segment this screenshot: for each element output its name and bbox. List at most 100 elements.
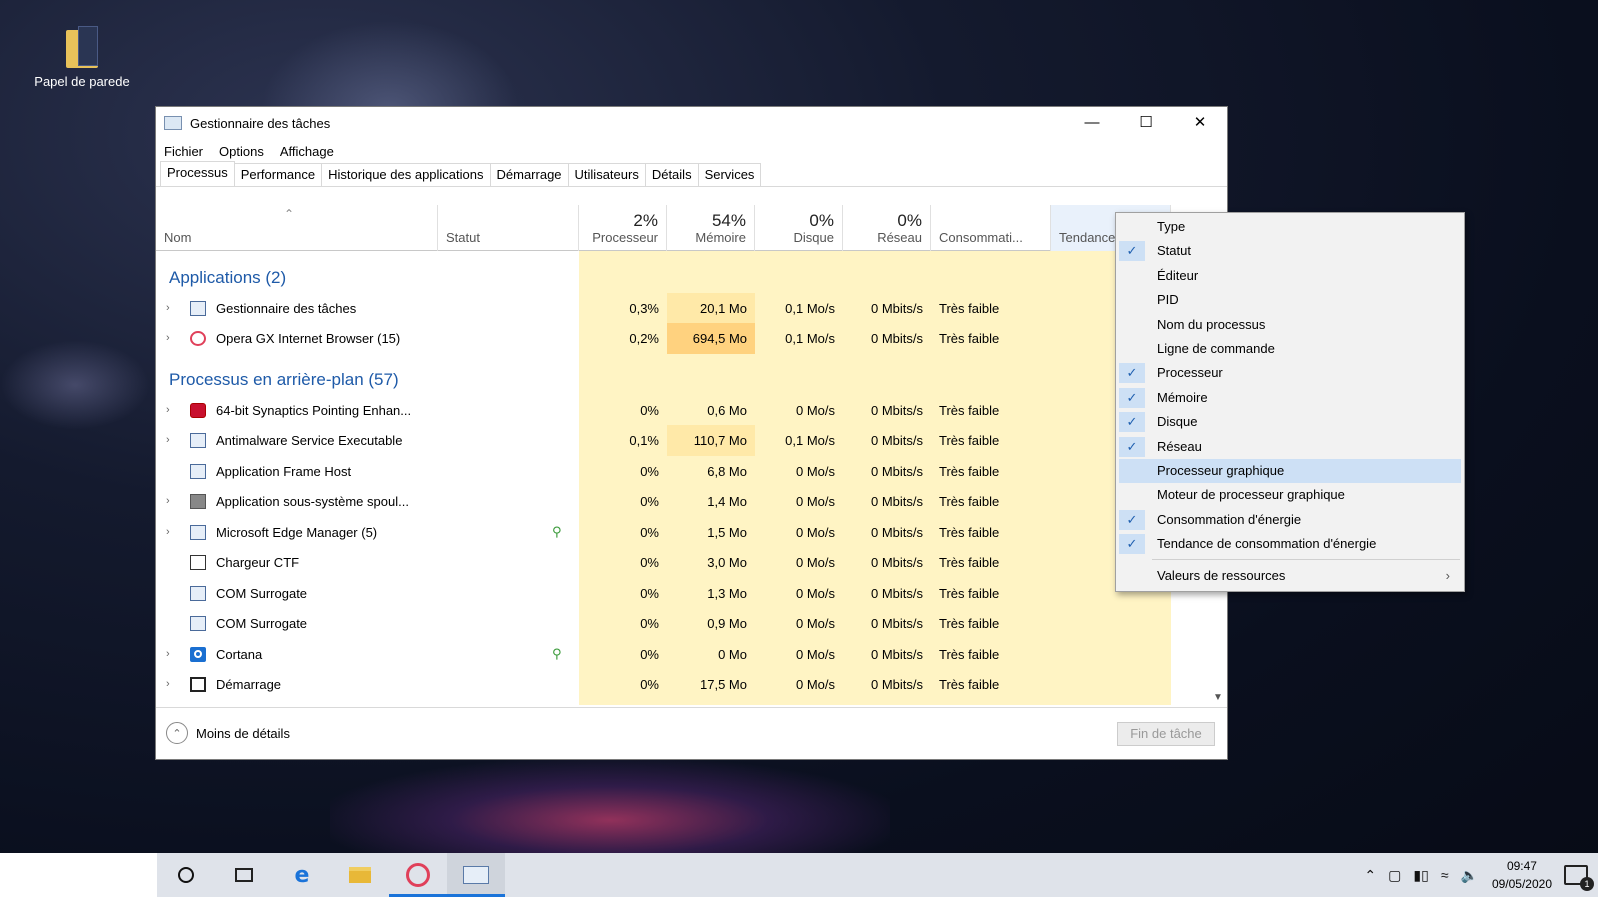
task-manager-taskbar-button[interactable]: [447, 853, 505, 897]
table-row[interactable]: COM Surrogate 0% 0,9 Mo 0 Mo/s 0 Mbits/s Très…: [156, 608, 1212, 639]
memory-cell: 3,0 Mo: [707, 555, 747, 570]
header-memory[interactable]: 54% Mémoire: [667, 205, 755, 251]
scroll-down-icon[interactable]: ▼: [1213, 692, 1223, 703]
menu-item-9[interactable]: ✓ Réseau: [1116, 435, 1464, 459]
wifi-icon[interactable]: ≈: [1441, 867, 1449, 883]
tab-performance[interactable]: Performance: [233, 163, 323, 186]
menu-affichage[interactable]: Affichage: [280, 144, 334, 159]
menu-item-1[interactable]: ✓ Statut: [1116, 239, 1464, 263]
tab-utilisateurs[interactable]: Utilisateurs: [567, 163, 646, 186]
menu-item-10[interactable]: Processeur graphique: [1119, 458, 1461, 484]
menu-item-8[interactable]: ✓ Disque: [1116, 410, 1464, 434]
power-cell: Très faible: [939, 331, 1000, 346]
menu-item-3[interactable]: PID: [1116, 288, 1464, 312]
menu-item-6[interactable]: ✓ Processeur: [1116, 361, 1464, 385]
table-row[interactable]: COM Surrogate 0% 1,3 Mo 0 Mo/s 0 Mbits/s Très…: [156, 578, 1212, 609]
table-row[interactable]: › Application sous-système spoul... 0% 1,4 …: [156, 486, 1212, 517]
menu-item-12[interactable]: ✓ Consommation d'énergie: [1116, 508, 1464, 532]
menu-item-label: Processeur: [1157, 365, 1223, 381]
clock-time: 09:47: [1506, 859, 1537, 873]
task-view-button[interactable]: [215, 853, 273, 897]
expand-chevron-icon[interactable]: ›: [166, 639, 178, 670]
suspended-leaf-icon: ⚲: [552, 524, 562, 539]
header-disk[interactable]: 0% Disque: [755, 205, 843, 251]
desktop-icon-wallpaper[interactable]: Papel de parede: [26, 24, 138, 89]
process-icon: [190, 433, 206, 448]
table-row[interactable]: Application Frame Host 0% 6,8 Mo 0 Mo/s 0 Mb…: [156, 456, 1212, 487]
group-row-background[interactable]: Processus en arrière-plan (57): [156, 364, 1212, 395]
explorer-button[interactable]: [331, 853, 389, 897]
header-network[interactable]: 0% Réseau: [843, 205, 931, 251]
memory-cell: 6,8 Mo: [707, 464, 747, 479]
cpu-cell: 0%: [640, 464, 659, 479]
end-task-button[interactable]: Fin de tâche: [1117, 722, 1215, 746]
taskbar-search-box[interactable]: [0, 853, 157, 897]
menu-item-4[interactable]: Nom du processus: [1116, 313, 1464, 337]
minimize-button[interactable]: —: [1065, 107, 1119, 137]
menu-item-13[interactable]: ✓ Tendance de consommation d'énergie: [1116, 532, 1464, 556]
table-row[interactable]: › Opera GX Internet Browser (15) 0,2% 694,5…: [156, 323, 1212, 354]
header-cpu[interactable]: 2% Processeur: [579, 205, 667, 251]
expand-chevron-icon[interactable]: ›: [166, 669, 178, 700]
maximize-button[interactable]: ☐: [1119, 107, 1173, 137]
process-icon: [190, 494, 206, 509]
power-cell: Très faible: [939, 494, 1000, 509]
action-center-icon[interactable]: [1564, 865, 1594, 891]
table-row[interactable]: › Antimalware Service Executable 0,1% 110,7…: [156, 425, 1212, 456]
clock-date: 09/05/2020: [1491, 877, 1552, 891]
tab-historique[interactable]: Historique des applications: [321, 163, 491, 186]
menu-item-resource-values[interactable]: Valeurs de ressources ›: [1116, 564, 1464, 588]
menu-options[interactable]: Options: [219, 144, 264, 159]
menu-item-11[interactable]: Moteur de processeur graphique: [1116, 483, 1464, 507]
menu-item-5[interactable]: Ligne de commande: [1116, 337, 1464, 361]
expand-chevron-icon[interactable]: ›: [166, 395, 178, 426]
task-manager-icon: [164, 116, 182, 130]
table-row[interactable]: › Microsoft Edge Manager (5) ⚲ 0% 1,5 Mo 0 Mo…: [156, 517, 1212, 548]
checkmark-icon: ✓: [1119, 363, 1145, 384]
show-hidden-icons-icon[interactable]: ⌃: [1364, 867, 1376, 884]
clock[interactable]: 09:47 09/05/2020: [1492, 857, 1552, 893]
tab-details[interactable]: Détails: [644, 163, 699, 186]
tablet-icon[interactable]: ▢: [1388, 867, 1401, 884]
process-table: ⌃ Nom Statut 2% Processeur 54% Mémoire 0…: [156, 205, 1212, 705]
window-title: Gestionnaire des tâches: [190, 115, 331, 131]
volume-icon[interactable]: 🔈: [1461, 867, 1478, 884]
battery-icon[interactable]: ▮▯: [1413, 867, 1428, 884]
close-button[interactable]: ✕: [1173, 107, 1227, 137]
less-details-button[interactable]: ⌃ Moins de détails: [166, 722, 290, 744]
memory-cell: 0,6 Mo: [707, 403, 747, 418]
menu-item-label: Mémoire: [1157, 389, 1208, 405]
header-status[interactable]: Statut: [438, 205, 579, 251]
menu-item-0[interactable]: Type: [1116, 215, 1464, 239]
table-row[interactable]: › Gestionnaire des tâches 0,3% 20,1 Mo 0,1 M…: [156, 293, 1212, 324]
header-name[interactable]: ⌃ Nom: [156, 205, 438, 251]
table-row[interactable]: Chargeur CTF 0% 3,0 Mo 0 Mo/s 0 Mbits/s Très …: [156, 547, 1212, 578]
process-name: Démarrage: [216, 677, 282, 692]
menu-item-label: Réseau: [1157, 438, 1202, 454]
menu-item-2[interactable]: Éditeur: [1116, 264, 1464, 288]
menu-item-label: Éditeur: [1157, 267, 1199, 283]
expand-chevron-icon[interactable]: ›: [166, 293, 178, 324]
tab-processus[interactable]: Processus: [160, 161, 235, 186]
power-cell: Très faible: [939, 301, 1000, 316]
header-power[interactable]: Consommati...: [931, 205, 1051, 251]
expand-chevron-icon[interactable]: ›: [166, 486, 178, 517]
cortana-button[interactable]: [157, 853, 215, 897]
expand-chevron-icon[interactable]: ›: [166, 517, 178, 548]
expand-chevron-icon[interactable]: ›: [166, 425, 178, 456]
menu-item-label: Tendance de consommation d'énergie: [1157, 536, 1377, 552]
tab-demarrage[interactable]: Démarrage: [489, 163, 569, 186]
expand-chevron-icon[interactable]: ›: [166, 323, 178, 354]
opera-gx-button[interactable]: [389, 853, 447, 897]
menu-item-7[interactable]: ✓ Mémoire: [1116, 386, 1464, 410]
title-bar[interactable]: Gestionnaire des tâches — ☐ ✕: [156, 107, 1227, 139]
tab-services[interactable]: Services: [697, 163, 762, 186]
checkmark-icon: ✓: [1119, 241, 1145, 262]
table-row[interactable]: › Cortana ⚲ 0% 0 Mo 0 Mo/s 0 Mbits/s Très faibl…: [156, 639, 1212, 670]
table-row[interactable]: › Démarrage 0% 17,5 Mo 0 Mo/s 0 Mbits/s Très f…: [156, 669, 1212, 700]
menu-fichier[interactable]: Fichier: [164, 144, 203, 159]
group-row-apps[interactable]: Applications (2): [156, 262, 1212, 293]
table-row[interactable]: › 64-bit Synaptics Pointing Enhan... 0% 0,6…: [156, 395, 1212, 426]
edge-button[interactable]: e: [273, 853, 331, 897]
checkmark-icon: ✓: [1119, 436, 1145, 457]
